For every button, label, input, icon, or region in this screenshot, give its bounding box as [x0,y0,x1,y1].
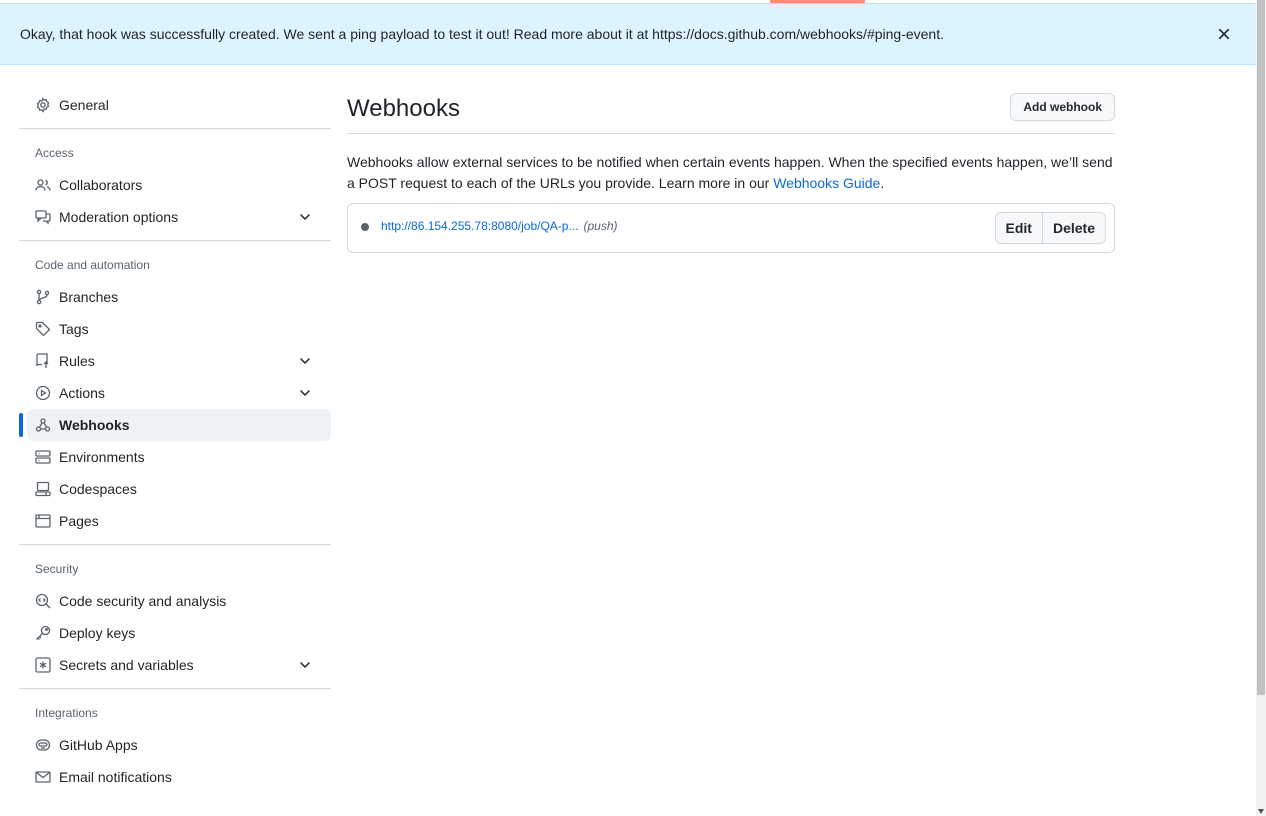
webhooks-guide-link[interactable]: Webhooks Guide [773,175,880,191]
add-webhook-button[interactable]: Add webhook [1010,93,1115,121]
flash-message: Okay, that hook was successfully created… [20,26,944,42]
settings-sidebar: General Access Collaborators Moderation … [19,89,331,793]
key-icon [35,625,51,641]
sidebar-divider [19,128,331,129]
description-text: Webhooks allow external services to be n… [347,154,1113,191]
sidebar-item-label: Deploy keys [59,625,136,641]
chevron-down-icon[interactable] [297,209,313,225]
main-content: Webhooks Add webhook Webhooks allow exte… [347,89,1115,253]
delete-webhook-button[interactable]: Delete [1041,212,1106,244]
sidebar-item-codespaces[interactable]: Codespaces [19,473,331,505]
scrollbar-down-arrow[interactable] [1258,809,1264,814]
hubot-icon [35,737,51,753]
webhook-icon [35,417,51,433]
page-header: Webhooks Add webhook [347,89,1115,134]
webhook-url-link[interactable]: http://86.154.255.78:8080/job/QA-p... [381,219,578,233]
sidebar-divider [19,688,331,689]
sidebar-item-label: General [59,97,109,113]
comment-discussion-icon [35,209,51,225]
sidebar-item-tags[interactable]: Tags [19,313,331,345]
section-header-code-automation: Code and automation [35,258,150,272]
sidebar-item-actions[interactable]: Actions [19,377,331,409]
tag-icon [35,321,51,337]
sidebar-item-moderation-options[interactable]: Moderation options [19,201,331,233]
play-icon [35,385,51,401]
flash-banner: Okay, that hook was successfully created… [0,3,1256,65]
sidebar-item-label: Branches [59,289,119,305]
edit-webhook-button[interactable]: Edit [994,212,1042,244]
sidebar-item-webhooks[interactable]: Webhooks [19,409,331,441]
sidebar-divider [19,240,331,241]
codescan-icon [35,593,51,609]
sidebar-item-collaborators[interactable]: Collaborators [19,169,331,201]
sidebar-item-label: Codespaces [59,481,137,497]
sidebar-item-label: Rules [59,353,95,369]
sidebar-item-label: Moderation options [59,209,179,225]
sidebar-item-branches[interactable]: Branches [19,281,331,313]
sidebar-item-environments[interactable]: Environments [19,441,331,473]
webhook-list-item: http://86.154.255.78:8080/job/QA-p... (p… [347,203,1115,253]
section-header-access: Access [35,146,74,160]
sidebar-item-code-security[interactable]: Code security and analysis [19,585,331,617]
sidebar-item-label: Actions [59,385,105,401]
sidebar-item-email-notifications[interactable]: Email notifications [19,761,331,793]
sidebar-item-label: Tags [59,321,89,337]
server-icon [35,449,51,465]
section-header-security: Security [35,562,79,576]
sidebar-item-label: Webhooks [59,417,130,433]
sidebar-item-label: Code security and analysis [59,593,227,609]
sidebar-item-label: Environments [59,449,145,465]
gear-icon [35,97,51,113]
close-icon[interactable] [1212,22,1236,46]
scrollbar-thumb[interactable] [1257,0,1265,695]
codespaces-icon [35,481,51,497]
description-end: . [880,175,885,191]
sidebar-item-label: Pages [59,513,99,529]
sidebar-item-label: Secrets and variables [59,657,194,673]
sidebar-item-secrets-variables[interactable]: Secrets and variables [19,649,331,681]
sidebar-item-deploy-keys[interactable]: Deploy keys [19,617,331,649]
key-asterisk-icon [35,657,51,673]
chevron-down-icon[interactable] [297,385,313,401]
sidebar-item-general[interactable]: General [19,89,331,121]
sidebar-item-label: GitHub Apps [59,737,138,753]
chevron-down-icon[interactable] [297,657,313,673]
status-dot-icon [361,223,369,231]
webhook-actions: Edit Delete [994,212,1106,244]
repo-push-icon [35,353,51,369]
section-header-integrations: Integrations [35,706,98,720]
sidebar-item-pages[interactable]: Pages [19,505,331,537]
sidebar-item-label: Email notifications [59,769,172,785]
page-title: Webhooks [347,95,460,122]
sidebar-divider [19,544,331,545]
people-icon [35,177,51,193]
webhooks-description: Webhooks allow external services to be n… [347,152,1115,194]
page-scrollbar[interactable] [1256,0,1266,816]
browser-icon [35,513,51,529]
sidebar-item-label: Collaborators [59,177,143,193]
git-branch-icon [35,289,51,305]
chevron-down-icon[interactable] [297,353,313,369]
sidebar-item-github-apps[interactable]: GitHub Apps [19,729,331,761]
sidebar-item-rules[interactable]: Rules [19,345,331,377]
mail-icon [35,769,51,785]
webhook-event: (push) [583,219,618,233]
